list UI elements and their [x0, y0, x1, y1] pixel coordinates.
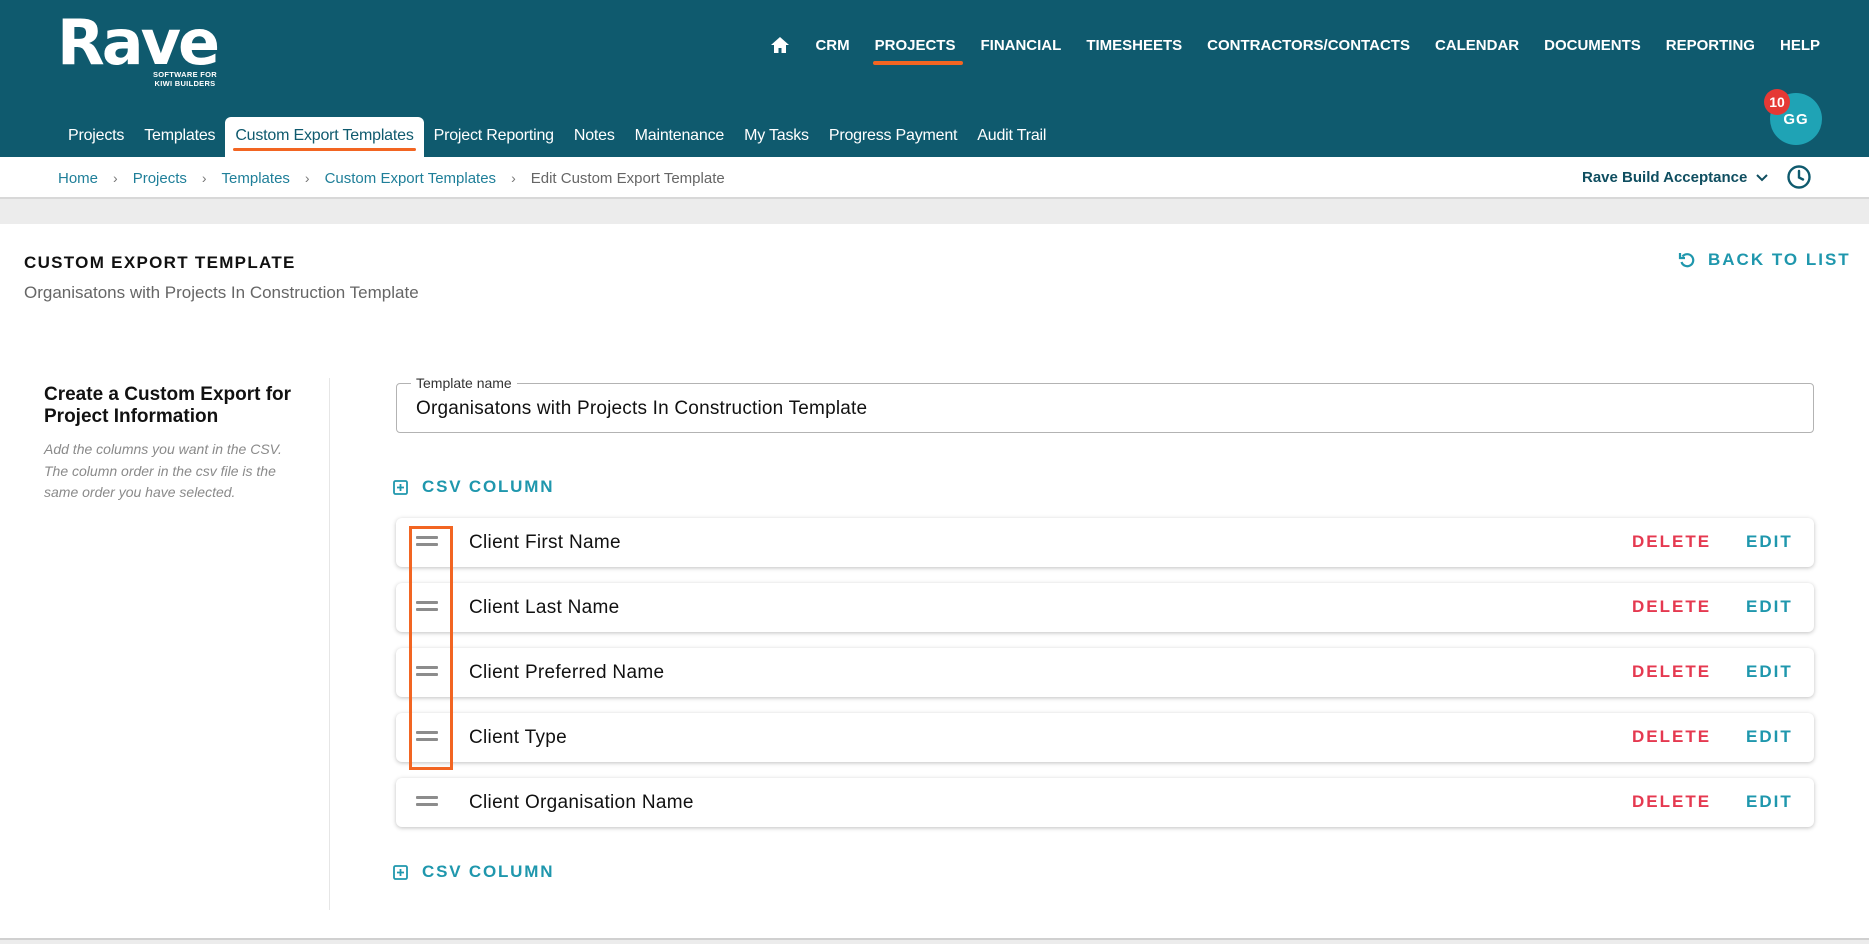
delete-column-button[interactable]: DELETE [1632, 597, 1711, 617]
add-csv-column-button-bottom[interactable]: CSV COLUMN [393, 862, 554, 882]
sub-nav-project-reporting[interactable]: Project Reporting [424, 117, 564, 157]
main-nav-documents[interactable]: DOCUMENTS [1544, 37, 1641, 54]
undo-icon [1678, 253, 1695, 268]
template-name-input[interactable]: Organisatons with Projects In Constructi… [416, 398, 867, 420]
rave-logo[interactable]: Rave SOFTWARE FOR KIWI BUILDERS [57, 6, 220, 89]
chevron-down-icon [1756, 173, 1769, 181]
column-label: Client Last Name [469, 597, 620, 618]
main-nav-calendar[interactable]: CALENDAR [1435, 37, 1519, 54]
vertical-divider [329, 378, 330, 910]
active-subnav-underline [233, 148, 416, 151]
template-name-field[interactable]: Template name Organisatons with Projects… [396, 375, 1814, 433]
add-csv-column-button-top[interactable]: CSV COLUMN [393, 477, 554, 497]
breadcrumb: Home › Projects › Templates › Custom Exp… [58, 170, 725, 187]
logo-wordmark: Rave [57, 6, 220, 79]
sub-nav-projects[interactable]: Projects [58, 117, 134, 157]
main-nav-contractors[interactable]: CONTRACTORS/CONTACTS [1207, 37, 1410, 54]
sub-nav-templates[interactable]: Templates [134, 117, 225, 157]
breadcrumb-current: Edit Custom Export Template [530, 170, 725, 187]
breadcrumb-separator-icon: › [511, 170, 516, 186]
main-nav: CRM PROJECTS FINANCIAL TIMESHEETS CONTRA… [770, 36, 1820, 65]
main-nav-timesheets[interactable]: TIMESHEETS [1086, 37, 1182, 54]
sub-nav-notes[interactable]: Notes [564, 117, 625, 157]
active-nav-underline [872, 60, 964, 65]
csv-column-row: Client Preferred Name DELETE EDIT [396, 648, 1814, 697]
top-header: Rave SOFTWARE FOR KIWI BUILDERS CRM PROJ… [0, 0, 1869, 157]
main-nav-crm[interactable]: CRM [815, 37, 849, 54]
breadcrumb-separator-icon: › [304, 170, 310, 186]
breadcrumb-separator-icon: › [113, 170, 118, 186]
csv-column-list: Client First Name DELETE EDIT Client Las… [396, 518, 1814, 843]
column-label: Client Type [469, 727, 568, 748]
sub-nav-progress-payment[interactable]: Progress Payment [819, 117, 967, 157]
page-title: CUSTOM EXPORT TEMPLATE [24, 253, 296, 272]
organisation-select[interactable]: Rave Build Acceptance [1582, 169, 1769, 186]
sidebar-info: Create a Custom Export for Project Infor… [44, 384, 304, 504]
sidebar-heading: Create a Custom Export for Project Infor… [44, 384, 292, 427]
csv-column-row: Client First Name DELETE EDIT [396, 518, 1814, 567]
template-name-label: Template name [411, 375, 517, 391]
main-nav-financial[interactable]: FINANCIAL [980, 37, 1061, 54]
edit-column-button[interactable]: EDIT [1746, 662, 1793, 682]
sub-nav-audit-trail[interactable]: Audit Trail [967, 117, 1056, 157]
column-label: Client Organisation Name [469, 792, 694, 813]
main-nav-help[interactable]: HELP [1780, 37, 1820, 54]
organisation-name: Rave Build Acceptance [1582, 169, 1748, 186]
edit-column-button[interactable]: EDIT [1746, 727, 1793, 747]
sub-nav-custom-export-templates[interactable]: Custom Export Templates [225, 117, 424, 157]
back-to-list-button[interactable]: BACK TO LIST [1678, 250, 1851, 270]
add-box-icon [393, 864, 408, 880]
breadcrumb-separator-icon: › [201, 170, 207, 186]
breadcrumb-home[interactable]: Home [58, 170, 98, 187]
drag-handle-icon[interactable] [416, 796, 438, 808]
column-label: Client First Name [469, 532, 621, 553]
breadcrumb-bar: Home › Projects › Templates › Custom Exp… [0, 157, 1869, 199]
csv-column-row: Client Organisation Name DELETE EDIT [396, 778, 1814, 827]
edit-column-button[interactable]: EDIT [1746, 597, 1793, 617]
delete-column-button[interactable]: DELETE [1632, 662, 1711, 682]
breadcrumb-projects[interactable]: Projects [133, 170, 187, 187]
csv-column-row: Client Type DELETE EDIT [396, 713, 1814, 762]
user-menu[interactable]: GG 10 [1764, 89, 1822, 145]
main-nav-reporting[interactable]: REPORTING [1666, 37, 1755, 54]
main-nav-projects[interactable]: PROJECTS [872, 37, 964, 65]
home-icon[interactable] [770, 36, 790, 54]
page-subtitle: Organisatons with Projects In Constructi… [24, 283, 419, 302]
csv-column-row: Client Last Name DELETE EDIT [396, 583, 1814, 632]
history-clock-icon[interactable] [1786, 164, 1812, 190]
sub-nav-maintenance[interactable]: Maintenance [625, 117, 734, 157]
sub-nav: Projects Templates Custom Export Templat… [58, 117, 1056, 157]
delete-column-button[interactable]: DELETE [1632, 532, 1711, 552]
custom-export-card: CUSTOM EXPORT TEMPLATE Organisatons with… [0, 224, 1869, 940]
add-box-icon [393, 479, 408, 495]
logo-tagline: SOFTWARE FOR KIWI BUILDERS [152, 70, 217, 88]
edit-column-button[interactable]: EDIT [1746, 792, 1793, 812]
drag-handles-highlight [409, 526, 453, 770]
sub-nav-my-tasks[interactable]: My Tasks [734, 117, 819, 157]
breadcrumb-custom-export-templates[interactable]: Custom Export Templates [325, 170, 496, 187]
breadcrumb-templates[interactable]: Templates [222, 170, 290, 187]
edit-column-button[interactable]: EDIT [1746, 532, 1793, 552]
notification-badge[interactable]: 10 [1764, 89, 1790, 115]
column-label: Client Preferred Name [469, 662, 665, 683]
sidebar-help-text: Add the columns you want in the CSV. The… [44, 441, 282, 500]
delete-column-button[interactable]: DELETE [1632, 792, 1711, 812]
delete-column-button[interactable]: DELETE [1632, 727, 1711, 747]
